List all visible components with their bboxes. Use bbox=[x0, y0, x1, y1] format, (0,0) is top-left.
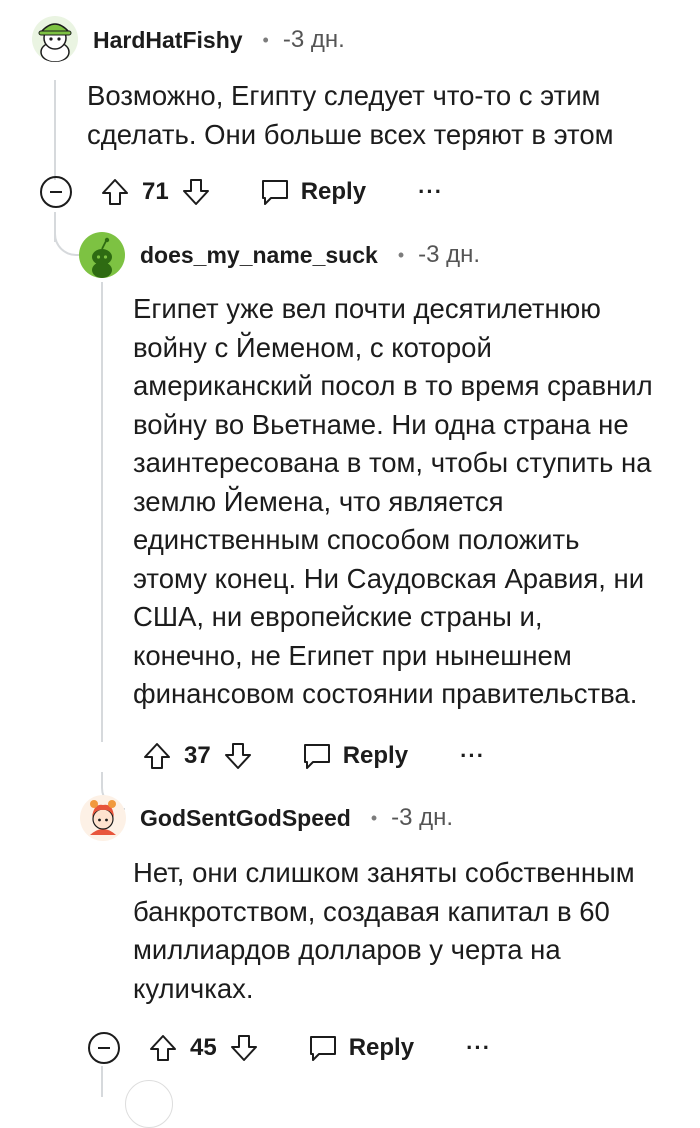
comment-actions: 37 Reply ··· bbox=[142, 736, 485, 776]
arrow-up-icon[interactable] bbox=[142, 741, 172, 771]
username[interactable]: GodSentGodSpeed bbox=[140, 805, 351, 832]
separator-dot: • bbox=[370, 807, 378, 828]
arrow-down-icon[interactable] bbox=[229, 1033, 259, 1063]
collapse-button[interactable] bbox=[88, 1032, 120, 1064]
reply-label: Reply bbox=[342, 742, 409, 769]
arrow-up-icon[interactable] bbox=[100, 177, 130, 207]
avatar[interactable] bbox=[80, 795, 126, 841]
reply-button[interactable]: Reply bbox=[301, 741, 408, 771]
comment-header: GodSentGodSpeed • -3 дн. bbox=[140, 800, 453, 836]
more-options-button[interactable]: ··· bbox=[460, 743, 485, 769]
speech-bubble-icon bbox=[307, 1033, 339, 1063]
thread-line-level3 bbox=[101, 1066, 103, 1097]
avatar[interactable] bbox=[32, 16, 78, 62]
timestamp: -3 дн. bbox=[282, 26, 345, 53]
avatar[interactable] bbox=[125, 1080, 173, 1128]
collapse-button[interactable] bbox=[40, 176, 72, 208]
reply-label: Reply bbox=[300, 178, 367, 205]
arrow-down-icon[interactable] bbox=[181, 177, 211, 207]
comment-actions: 45 Reply ··· bbox=[88, 1028, 491, 1068]
comment-body: Нет, они слишком заняты собственным банк… bbox=[133, 857, 635, 1004]
separator-dot: • bbox=[262, 29, 269, 50]
thread-branch-1 bbox=[54, 230, 80, 256]
arrow-down-icon[interactable] bbox=[223, 741, 253, 771]
thread-line-level2 bbox=[101, 282, 103, 742]
separator-dot: • bbox=[397, 244, 405, 265]
arrow-up-icon[interactable] bbox=[148, 1033, 178, 1063]
reply-button[interactable]: Reply bbox=[259, 177, 366, 207]
more-options-button[interactable]: ··· bbox=[466, 1035, 491, 1061]
avatar[interactable] bbox=[79, 232, 125, 278]
timestamp: -3 дн. bbox=[418, 241, 481, 268]
username[interactable]: HardHatFishy bbox=[93, 27, 243, 54]
reply-label: Reply bbox=[348, 1034, 415, 1061]
comment-actions: 71 Reply ··· bbox=[40, 172, 443, 212]
speech-bubble-icon bbox=[259, 177, 291, 207]
more-options-button[interactable]: ··· bbox=[418, 179, 443, 205]
speech-bubble-icon bbox=[301, 741, 333, 771]
timestamp: -3 дн. bbox=[391, 804, 454, 831]
comment-body: Возможно, Египту следует что-то с этим с… bbox=[87, 80, 614, 150]
vote-score: 45 bbox=[190, 1034, 217, 1061]
comment-header: does_my_name_suck • -3 дн. bbox=[140, 237, 480, 273]
thread-line-main bbox=[54, 80, 56, 180]
reply-button[interactable]: Reply bbox=[307, 1033, 414, 1063]
vote-score: 37 bbox=[184, 742, 211, 769]
vote-score: 71 bbox=[142, 178, 169, 205]
comment-header: HardHatFishy • -3 дн. bbox=[93, 22, 345, 58]
minus-circle-icon bbox=[50, 191, 62, 193]
username[interactable]: does_my_name_suck bbox=[140, 242, 378, 269]
comment-body: Египет уже вел почти десятилетнюю войну … bbox=[133, 293, 653, 709]
minus-circle-icon bbox=[98, 1047, 110, 1049]
